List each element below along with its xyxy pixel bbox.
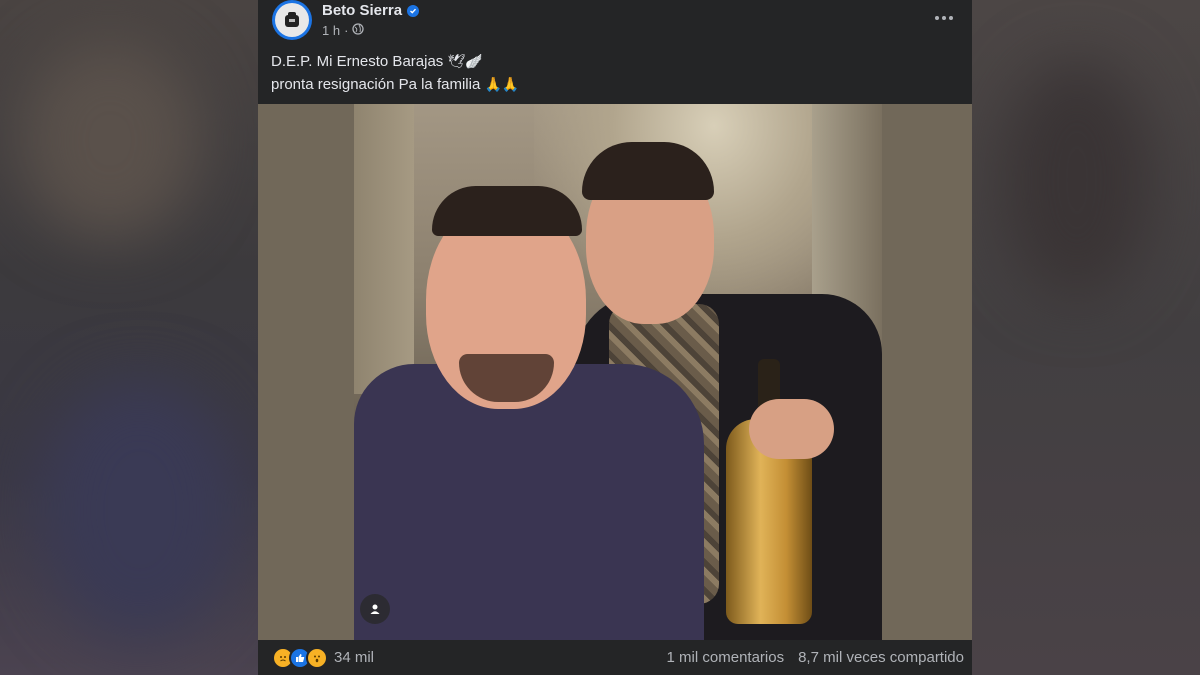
avatar-image bbox=[275, 3, 309, 37]
caption-line-2: pronta resignación Pa la familia 🙏🙏 bbox=[271, 73, 519, 96]
more-options-icon[interactable] bbox=[932, 8, 956, 28]
photo-hand bbox=[749, 399, 834, 459]
pray-emoji: 🙏🙏 bbox=[484, 76, 520, 92]
photo-person-left-hair bbox=[432, 186, 582, 236]
author-name[interactable]: Beto Sierra bbox=[322, 2, 402, 19]
avatar[interactable] bbox=[272, 0, 312, 40]
background-left bbox=[0, 0, 258, 675]
wow-reaction-icon bbox=[306, 646, 328, 669]
post-photo[interactable] bbox=[354, 104, 882, 640]
caption-line-1: D.E.P. Mi Ernesto Barajas 🕊🪽 bbox=[271, 50, 519, 73]
comments-count[interactable]: 1 mil comentarios bbox=[667, 649, 785, 666]
post-meta: 1 h · bbox=[322, 23, 365, 38]
facebook-post: Beto Sierra 1 h · D.E.P. Mi Ernesto Bara… bbox=[258, 0, 972, 675]
caption-text-1: D.E.P. Mi Ernesto Barajas bbox=[271, 53, 444, 70]
dove-emoji: 🕊🪽 bbox=[447, 53, 483, 69]
verified-badge-icon bbox=[407, 4, 420, 17]
post-caption: D.E.P. Mi Ernesto Barajas 🕊🪽 pronta resi… bbox=[271, 50, 519, 96]
author-name-row: Beto Sierra bbox=[322, 2, 420, 19]
background-right bbox=[972, 0, 1200, 675]
post-footer: 34 mil 1 mil comentarios 8,7 mil veces c… bbox=[258, 640, 972, 675]
photo-pillar-left bbox=[354, 104, 414, 394]
meta-separator: · bbox=[344, 23, 349, 38]
reactions-summary[interactable]: 34 mil bbox=[272, 646, 374, 669]
globe-icon bbox=[352, 23, 365, 38]
reaction-count[interactable]: 34 mil bbox=[334, 649, 374, 666]
shares-count[interactable]: 8,7 mil veces compartido bbox=[798, 649, 964, 666]
person-icon[interactable] bbox=[360, 594, 390, 624]
caption-text-2: pronta resignación Pa la familia bbox=[271, 76, 481, 93]
post-header: Beto Sierra 1 h · D.E.P. Mi Ernesto Bara… bbox=[258, 0, 972, 104]
post-time[interactable]: 1 h bbox=[322, 23, 340, 38]
post-photo-container[interactable] bbox=[258, 104, 972, 640]
